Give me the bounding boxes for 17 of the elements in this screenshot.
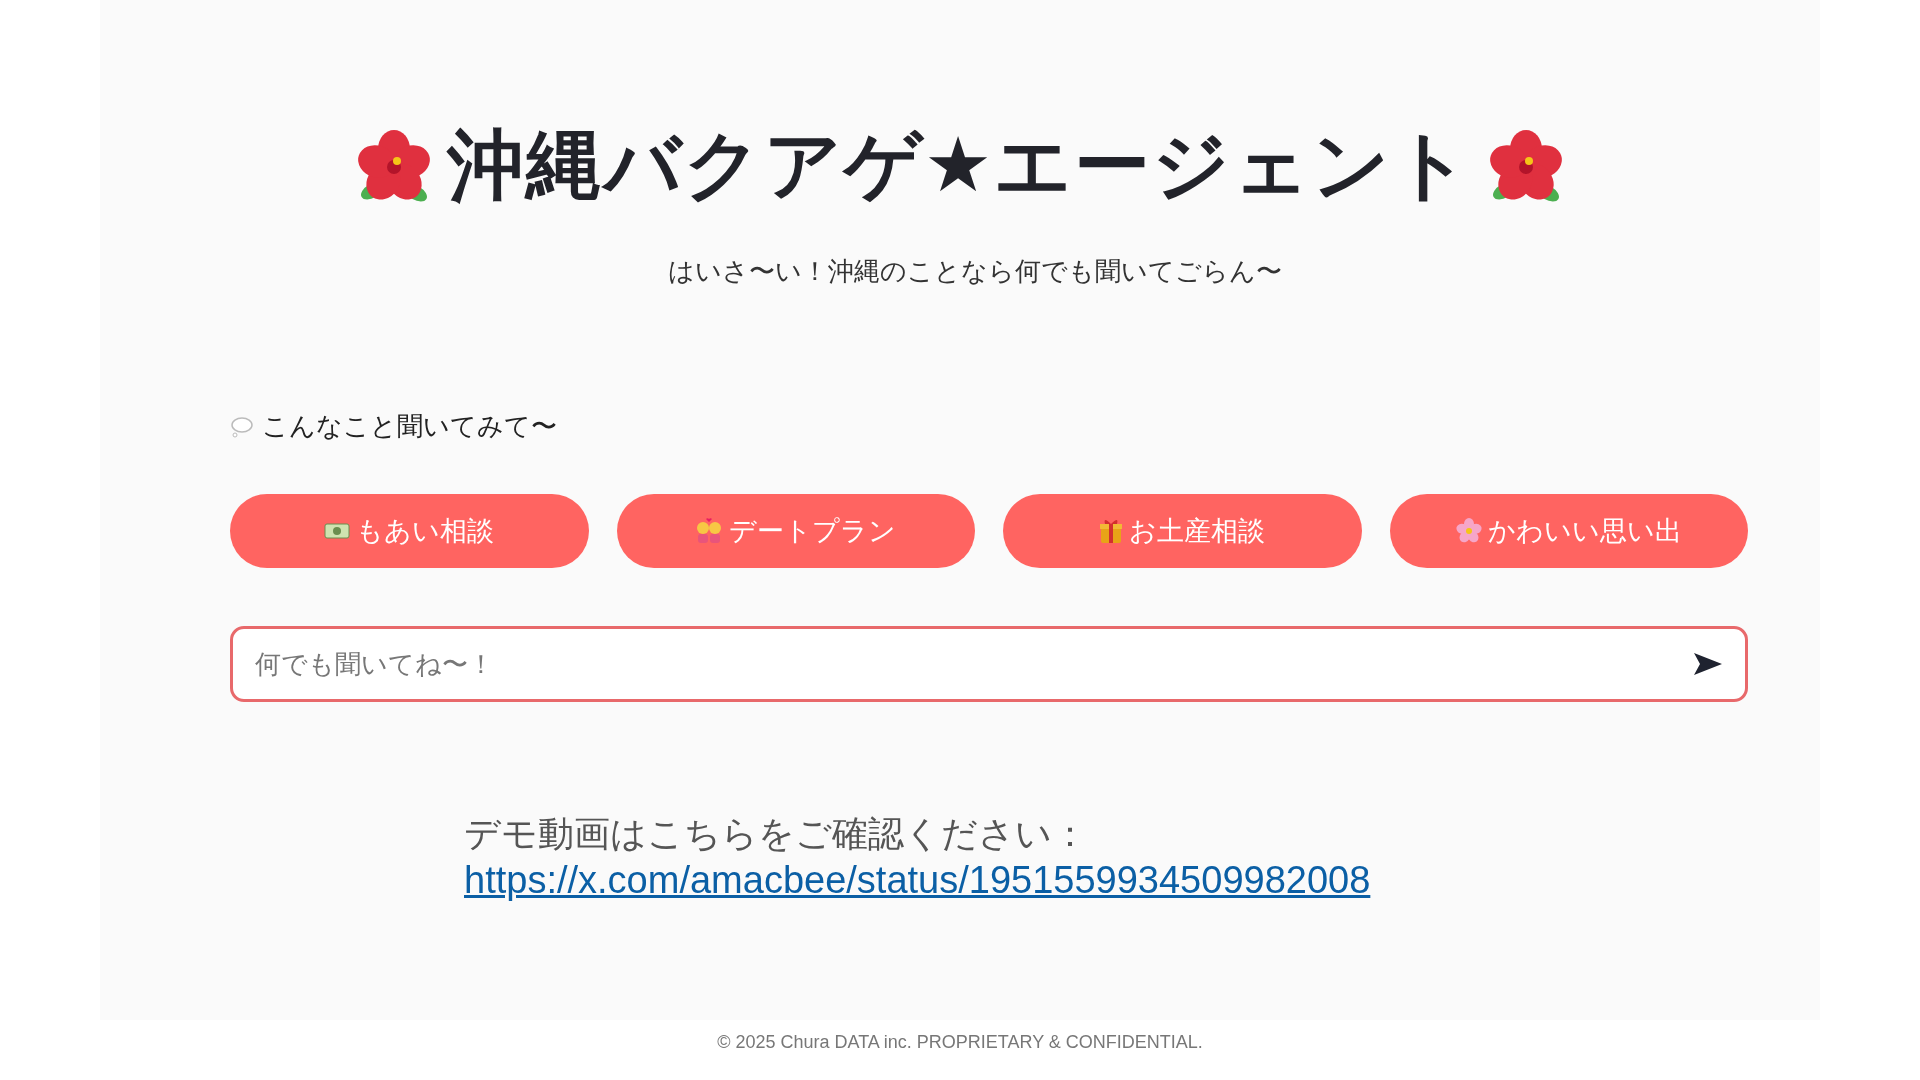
suggestion-button[interactable]: お土産相談: [1003, 494, 1362, 568]
thought-bubble-icon: [230, 415, 254, 438]
suggestions-label: こんなこと聞いてみて〜: [262, 410, 557, 443]
banknote-icon: [324, 520, 351, 542]
suggestion-button[interactable]: もあい相談: [230, 494, 589, 568]
chat-input-field[interactable]: 何でも聞いてね〜！: [230, 626, 1748, 702]
send-icon: [1692, 651, 1724, 677]
demo-video-link[interactable]: https://x.com/amacbee/status/1951559934509982008: [464, 859, 1464, 902]
copyright-footer: © 2025 Chura DATA inc. PROPRIETARY & CONFIDENTIAL.: [717, 1032, 1203, 1053]
couple-icon: [695, 518, 724, 544]
suggestion-button[interactable]: かわいい思い出: [1389, 494, 1748, 568]
app-title: 沖縄バクアゲ★エージェント: [447, 119, 1473, 211]
suggestion-button[interactable]: デートプラン: [616, 494, 975, 568]
app-subtitle: はいさ〜い！沖縄のことなら何でも聞いてごらん〜: [668, 255, 1282, 288]
blossom-icon: [1455, 518, 1482, 544]
demo-note: デモ動画はこちらをご確認ください：: [464, 812, 1089, 856]
gift-icon: [1099, 518, 1124, 544]
